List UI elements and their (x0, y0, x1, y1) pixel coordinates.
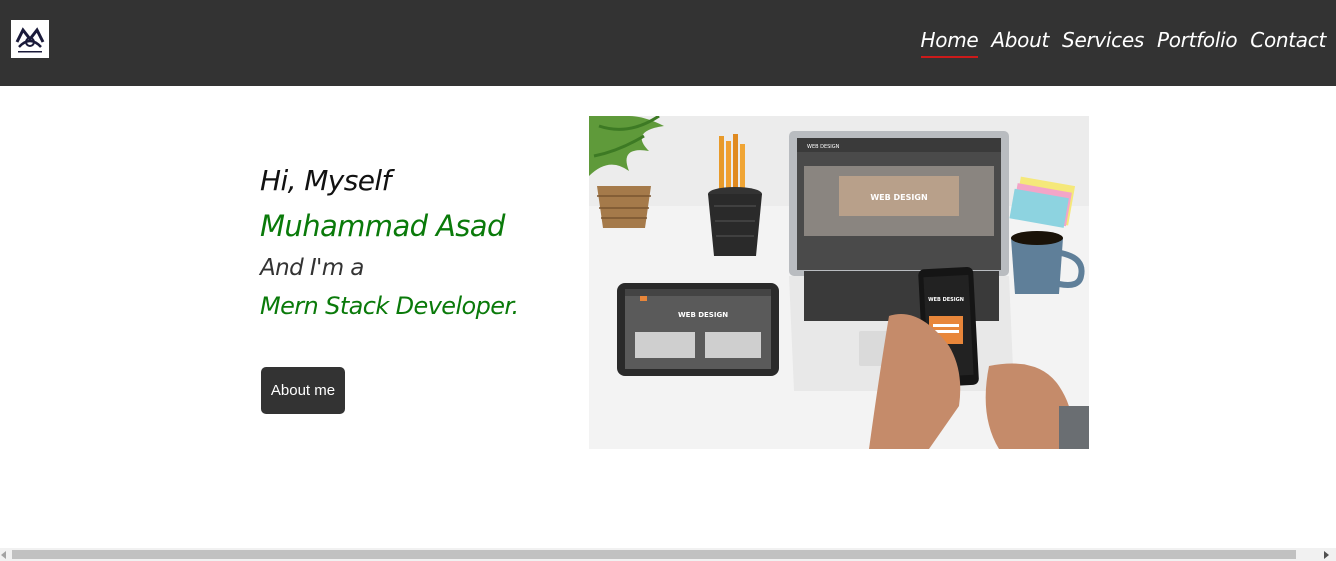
hero-image: WEB DESIGN WEB DESIGN WEB DESIGN WEB DES… (589, 116, 1089, 449)
nav-services[interactable]: Services (1062, 28, 1144, 56)
hero-greeting: Hi, Myself (260, 164, 391, 197)
navbar: Home About Services Portfolio Contact (0, 0, 1336, 86)
svg-text:WEB DESIGN: WEB DESIGN (678, 311, 728, 319)
about-me-button[interactable]: About me (261, 367, 345, 414)
svg-text:WEB DESIGN: WEB DESIGN (870, 193, 927, 202)
scroll-right-arrow-icon[interactable] (1324, 551, 1329, 559)
web-design-workspace-illustration: WEB DESIGN WEB DESIGN WEB DESIGN WEB DES… (589, 116, 1089, 449)
horizontal-scrollbar[interactable] (0, 548, 1336, 561)
scrollbar-thumb[interactable] (12, 550, 1296, 559)
svg-text:WEB DESIGN: WEB DESIGN (807, 144, 840, 150)
monogram-logo-icon (15, 27, 45, 53)
nav-home[interactable]: Home (920, 28, 979, 58)
nav-portfolio[interactable]: Portfolio (1157, 28, 1238, 56)
svg-text:WEB DESIGN: WEB DESIGN (928, 297, 964, 303)
nav-about[interactable]: About (991, 28, 1049, 56)
scroll-left-arrow-icon[interactable] (1, 551, 6, 559)
hero-text: Hi, Myself Muhammad Asad And I'm a Mern … (260, 162, 560, 328)
site-logo[interactable] (11, 20, 49, 58)
hero-role: Mern Stack Developer. (260, 292, 519, 320)
nav-contact[interactable]: Contact (1250, 28, 1326, 56)
hero-intro: And I'm a (260, 255, 364, 281)
main-nav: Home About Services Portfolio Contact (920, 28, 1326, 58)
hero-name: Muhammad Asad (260, 209, 505, 243)
